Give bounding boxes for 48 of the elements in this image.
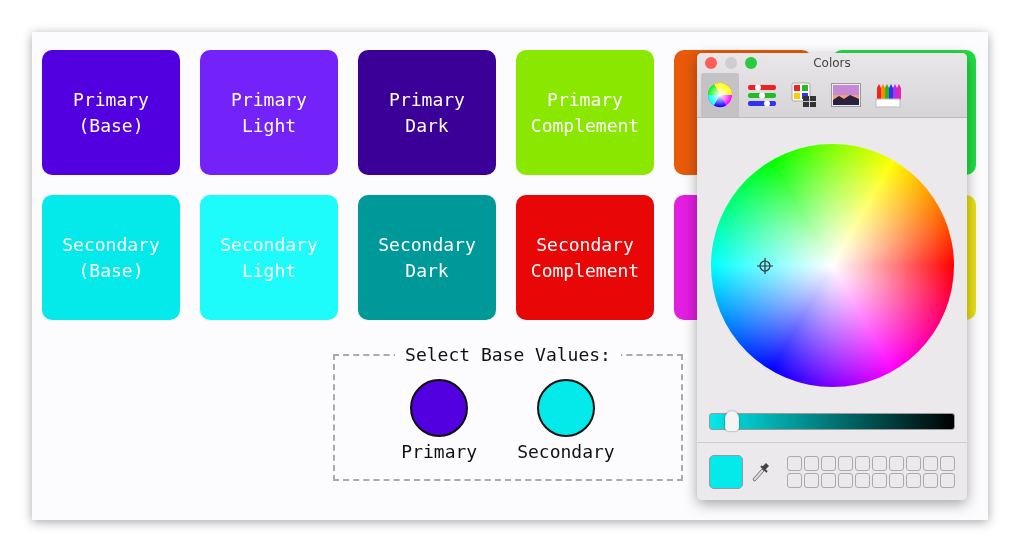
color-picker-circle[interactable] <box>410 379 469 437</box>
empty-color-slot[interactable] <box>787 473 802 488</box>
color-well[interactable] <box>709 455 743 489</box>
swatch-label: Primary Dark <box>389 87 465 138</box>
pencils-icon <box>875 82 901 108</box>
empty-color-slot[interactable] <box>821 456 836 471</box>
color-picker-circle[interactable] <box>536 379 595 437</box>
empty-color-slot[interactable] <box>855 456 870 471</box>
empty-color-slot[interactable] <box>787 456 802 471</box>
picker-label: Secondary <box>517 441 615 462</box>
empty-color-slot[interactable] <box>804 473 819 488</box>
swatch-label: Primary (Base) <box>73 87 149 138</box>
swatch-label: Primary Complement <box>530 87 640 138</box>
toolbar-tab[interactable] <box>701 73 739 117</box>
empty-color-slot[interactable] <box>923 473 938 488</box>
sliders-icon <box>747 83 777 107</box>
swatch-label: Primary Light <box>231 87 307 138</box>
empty-color-slot[interactable] <box>940 456 955 471</box>
empty-color-slot[interactable] <box>923 456 938 471</box>
empty-color-slot[interactable] <box>855 473 870 488</box>
slider-thumb[interactable] <box>724 411 739 431</box>
color-wheel-icon <box>707 82 733 108</box>
empty-color-slot[interactable] <box>838 456 853 471</box>
eyedropper-icon[interactable] <box>751 461 771 483</box>
swatch-label: Secondary (Base) <box>62 232 160 283</box>
empty-color-slot[interactable] <box>821 473 836 488</box>
swatch-label: Secondary Dark <box>378 232 476 283</box>
window-title: Colors <box>812 56 852 70</box>
crosshair-icon <box>756 258 773 274</box>
empty-color-slot[interactable] <box>889 473 904 488</box>
brightness-slider[interactable] <box>709 413 955 430</box>
empty-color-slot[interactable] <box>906 473 921 488</box>
base-values-legend: Select Base Values: <box>395 344 621 365</box>
empty-color-slot[interactable] <box>872 456 887 471</box>
swatch-label: Secondary Complement <box>530 232 640 283</box>
empty-color-slot[interactable] <box>906 456 921 471</box>
close-button[interactable] <box>705 57 717 69</box>
minimize-button[interactable] <box>725 57 737 69</box>
empty-color-slot[interactable] <box>889 456 904 471</box>
image-palette-icon <box>831 83 861 107</box>
empty-color-slot[interactable] <box>872 473 887 488</box>
picker-label: Primary <box>401 441 478 462</box>
empty-color-slot[interactable] <box>838 473 853 488</box>
empty-color-slot[interactable] <box>940 473 955 488</box>
palette-icon <box>791 82 817 108</box>
zoom-button[interactable] <box>745 57 757 69</box>
swatch-label: Secondary Light <box>220 232 318 283</box>
empty-color-slot[interactable] <box>804 456 819 471</box>
